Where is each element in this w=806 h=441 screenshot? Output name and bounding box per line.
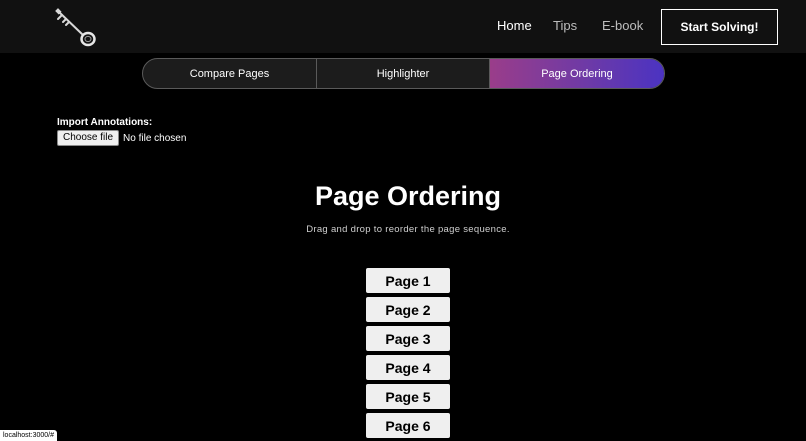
page-title: Page Ordering bbox=[314, 181, 502, 211]
page-item-4[interactable]: Page 4 bbox=[366, 355, 450, 380]
file-status-text: No file chosen bbox=[123, 132, 187, 144]
nav-link-tips[interactable]: Tips bbox=[553, 18, 577, 34]
tab-page-ordering[interactable]: Page Ordering bbox=[490, 59, 664, 88]
page-order-list: Page 1 Page 2 Page 3 Page 4 Page 5 Page … bbox=[366, 268, 450, 441]
top-navbar: Home Tips E-book Start Solving! bbox=[0, 0, 806, 53]
import-annotations-label: Import Annotations: bbox=[57, 117, 153, 128]
tab-highlighter[interactable]: Highlighter bbox=[317, 59, 490, 88]
tab-compare-pages[interactable]: Compare Pages bbox=[143, 59, 317, 88]
key-icon[interactable] bbox=[48, 4, 100, 50]
page-item-1[interactable]: Page 1 bbox=[366, 268, 450, 293]
page-item-3[interactable]: Page 3 bbox=[366, 326, 450, 351]
page-item-2[interactable]: Page 2 bbox=[366, 297, 450, 322]
app-root: Home Tips E-book Start Solving! Compare … bbox=[0, 0, 806, 441]
status-bar-url: localhost:3000/# bbox=[0, 430, 57, 441]
start-solving-button[interactable]: Start Solving! bbox=[661, 9, 778, 45]
nav-link-home[interactable]: Home bbox=[497, 18, 532, 34]
mode-tabs: Compare Pages Highlighter Page Ordering bbox=[142, 58, 665, 89]
file-input: Choose file No file chosen bbox=[57, 130, 186, 146]
page-item-6[interactable]: Page 6 bbox=[366, 413, 450, 438]
page-item-5[interactable]: Page 5 bbox=[366, 384, 450, 409]
nav-link-ebook[interactable]: E-book bbox=[602, 18, 643, 34]
choose-file-button[interactable]: Choose file bbox=[57, 130, 120, 146]
page-subtitle: Drag and drop to reorder the page sequen… bbox=[306, 224, 510, 235]
